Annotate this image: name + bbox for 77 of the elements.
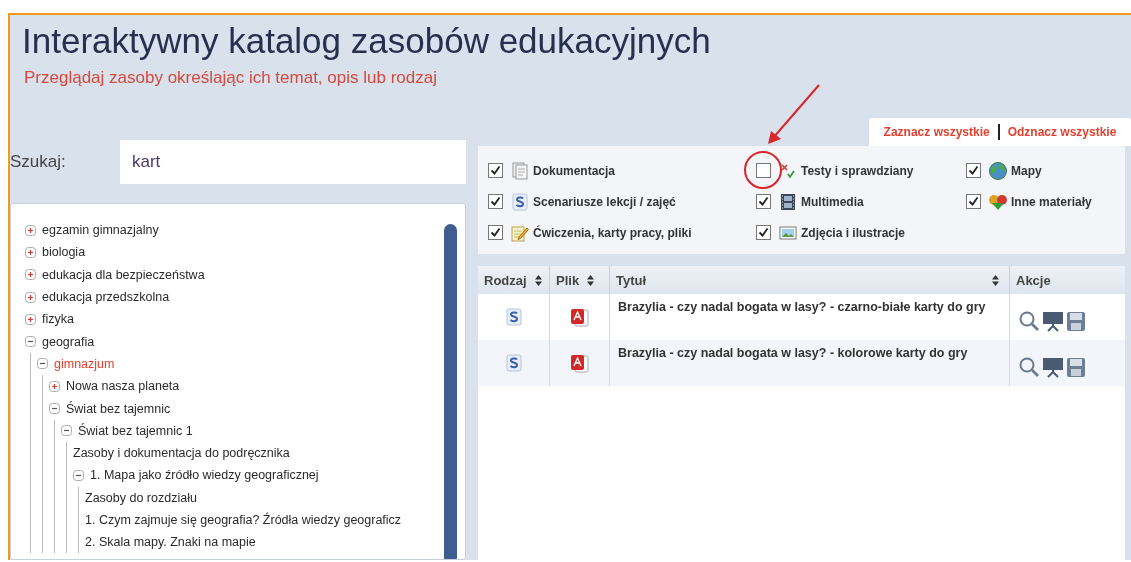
pdf-file-icon[interactable]	[568, 353, 591, 373]
checkbox[interactable]	[488, 163, 503, 178]
tree-item[interactable]: Zasoby i dokumentacja do podręcznika	[73, 446, 290, 461]
tree-item[interactable]: biologia	[42, 245, 86, 260]
globe-icon	[988, 160, 1008, 181]
s-letter-icon	[505, 308, 522, 326]
tree-item[interactable]: geografia	[42, 334, 95, 349]
tick-cross-icon	[780, 162, 796, 179]
page-title: Interaktywny katalog zasobów edukacyjnych	[22, 20, 712, 62]
column-header[interactable]: Tytuł	[616, 272, 647, 288]
search-icon[interactable]	[1018, 356, 1040, 378]
resource-title[interactable]: Brazylia - czy nadal bogata w lasy? - czarno-białe karty do gry	[618, 300, 986, 314]
collapse-icon[interactable]	[49, 403, 60, 414]
tree-item[interactable]: Świat bez tajemnic	[66, 401, 171, 416]
filter-label: Scenariusze lekcji / zajęć	[533, 194, 676, 209]
checkbox[interactable]	[488, 194, 503, 209]
tree-item[interactable]: egzamin gimnazjalny	[42, 223, 159, 238]
s-letter-icon	[505, 354, 522, 372]
filter-label: Dokumentacja	[533, 163, 616, 178]
column-header[interactable]: Akcje	[1016, 272, 1051, 288]
tree-item[interactable]: Nowa nasza planeta	[66, 379, 180, 394]
filter-label: Testy i sprawdziany	[801, 163, 914, 178]
image-icon	[779, 224, 797, 241]
checkbox[interactable]	[756, 163, 771, 178]
tree-item[interactable]: fizyka	[42, 312, 74, 327]
filter-label: Multimedia	[801, 194, 864, 209]
collapse-icon[interactable]	[73, 469, 84, 481]
tree-item[interactable]: edukacja dla bezpieczeństwa	[42, 267, 205, 282]
checkbox[interactable]	[756, 194, 771, 209]
filter-label: Inne materiały	[1011, 194, 1092, 209]
checkbox[interactable]	[966, 163, 981, 178]
film-strip-icon	[780, 192, 796, 211]
column-header[interactable]: Rodzaj	[484, 272, 527, 288]
tree-item[interactable]: Świat bez tajemnic 1	[78, 423, 193, 438]
column-header[interactable]: Plik	[556, 272, 580, 288]
tree-item[interactable]: Zasoby do rozdziału	[85, 490, 197, 505]
s-letter-icon	[512, 192, 528, 211]
scrollbar[interactable]	[444, 224, 457, 559]
select-all-link[interactable]: Zaznacz wszystkie	[883, 125, 990, 139]
tree-item[interactable]: 1. Czym zajmuje się geografia? Źródła wiedzy geograficz	[85, 513, 402, 527]
expand-icon[interactable]	[25, 313, 36, 325]
filter-label: Ćwiczenia, karty pracy, pliki	[533, 225, 692, 240]
document-icon	[512, 161, 528, 180]
pdf-file-icon[interactable]	[568, 307, 591, 327]
page-subtitle: Przeglądaj zasoby określając ich temat, opis lub rodzaj	[24, 68, 438, 88]
expand-icon[interactable]	[25, 291, 36, 303]
search-icon[interactable]	[1018, 310, 1040, 332]
checkbox[interactable]	[756, 225, 771, 240]
presentation-board-icon[interactable]	[1042, 356, 1064, 378]
tree-item[interactable]: gimnazjum	[54, 356, 115, 371]
tree-item[interactable]: 2. Skala mapy. Znaki na mapie	[85, 535, 256, 550]
filter-label: Mapy	[1011, 163, 1042, 178]
sort-icon[interactable]	[587, 274, 595, 286]
filter-label: Zdjęcia i ilustracje	[801, 225, 906, 240]
search-label: Szukaj:	[10, 152, 67, 172]
shapes-icon	[988, 192, 1008, 211]
checkbox[interactable]	[488, 225, 503, 240]
save-icon[interactable]	[1066, 356, 1086, 378]
sort-icon[interactable]	[534, 274, 542, 286]
collapse-icon[interactable]	[61, 425, 72, 437]
presentation-board-icon[interactable]	[1042, 310, 1064, 332]
notepad-pencil-icon	[511, 223, 529, 242]
tree-item[interactable]: 1. Mapa jako źródło wiedzy geograficznej	[90, 468, 319, 483]
tree-item[interactable]: edukacja przedszkolna	[42, 290, 170, 305]
expand-icon[interactable]	[49, 380, 60, 392]
save-icon[interactable]	[1066, 310, 1086, 332]
annotation-arrow	[765, 84, 821, 146]
expand-icon[interactable]	[25, 224, 36, 236]
deselect-all-link[interactable]: Odznacz wszystkie	[1007, 125, 1117, 139]
checkbox[interactable]	[966, 194, 981, 209]
collapse-icon[interactable]	[25, 336, 36, 348]
expand-icon[interactable]	[25, 246, 36, 258]
resource-title[interactable]: Brazylia - czy nadal bogata w lasy? - kolorowe karty do gry	[618, 346, 968, 360]
search-field[interactable]: kart	[120, 140, 466, 184]
expand-icon[interactable]	[25, 269, 36, 281]
collapse-icon[interactable]	[37, 358, 48, 370]
sort-icon[interactable]	[992, 274, 999, 286]
